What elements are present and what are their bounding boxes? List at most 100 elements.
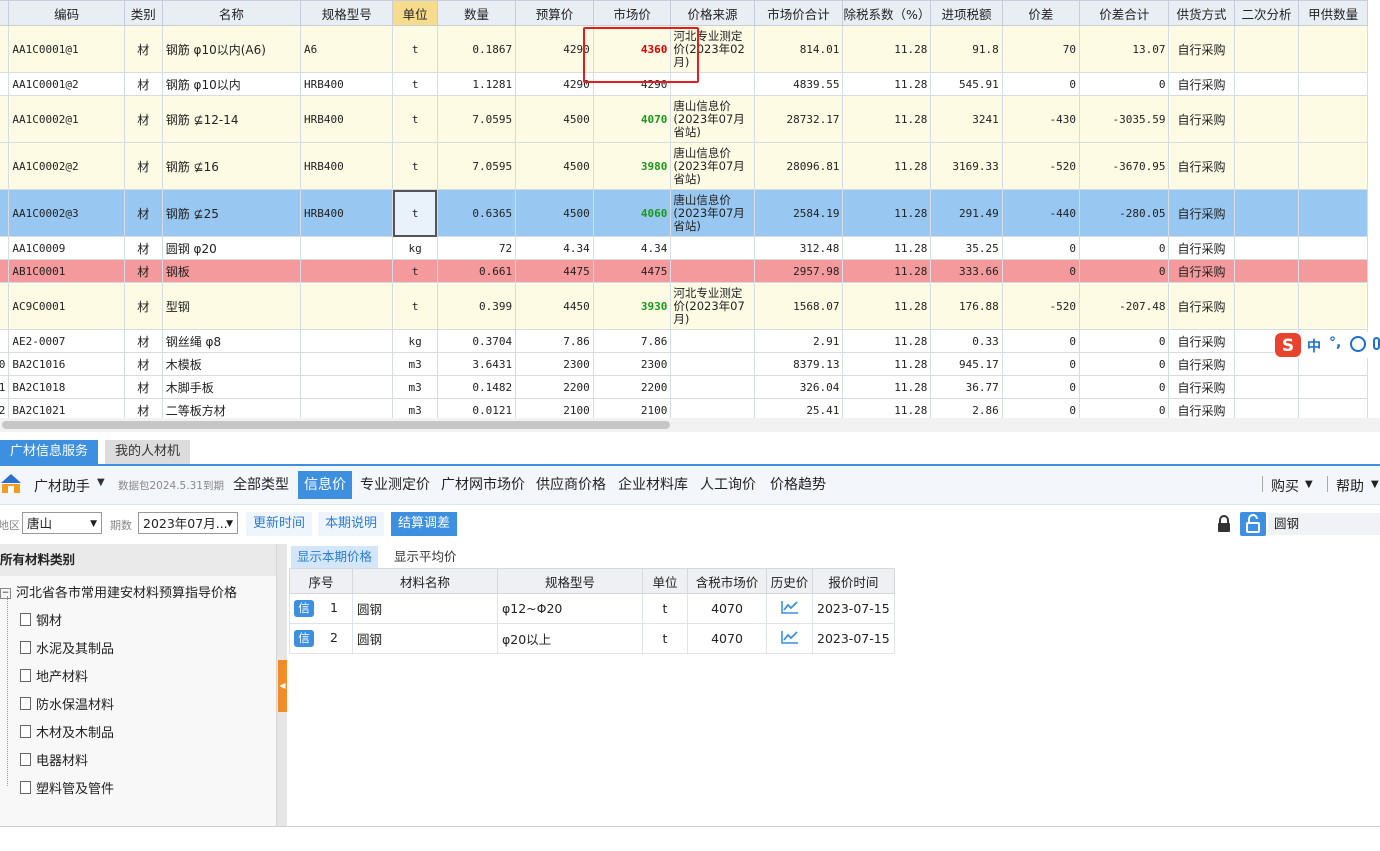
settlement-adjust-button[interactable]: 结算调差 xyxy=(391,512,458,536)
period-notes-button[interactable]: 本期说明 xyxy=(318,512,385,536)
cell-tax-coef[interactable]: 11.28 xyxy=(842,25,932,73)
cell-diff-total[interactable]: -280.05 xyxy=(1078,189,1170,237)
cell-type[interactable]: 材 xyxy=(123,375,163,399)
cell-diff-total[interactable]: 0 xyxy=(1078,236,1170,260)
cell-tax-coef[interactable]: 11.28 xyxy=(842,352,932,376)
cell-name[interactable]: 钢板 xyxy=(161,259,302,283)
cell-diff-total[interactable]: 0 xyxy=(1078,352,1170,376)
cell-spec[interactable]: HRB400 xyxy=(300,189,394,237)
cell-source[interactable]: 唐山信息价(2023年07月省站) xyxy=(670,95,755,143)
cell-party-a-qty[interactable] xyxy=(1298,259,1368,283)
cell-tax-coef[interactable]: 11.28 xyxy=(842,329,932,353)
cell-second[interactable] xyxy=(1233,142,1300,190)
cell-market[interactable]: 3980 xyxy=(592,142,672,190)
cell-total[interactable]: 326.04 xyxy=(753,375,844,399)
col-header-party-a-qty[interactable]: 甲供数量 xyxy=(1298,0,1368,26)
cell-diff-total[interactable]: 0 xyxy=(1078,398,1170,418)
cell-market[interactable]: 2300 xyxy=(592,352,672,376)
cell-name[interactable]: 木模板 xyxy=(161,352,302,376)
cell-qty[interactable]: 0.6365 xyxy=(436,189,517,237)
cell-spec[interactable] xyxy=(300,375,394,399)
tab-info-price[interactable]: 信息价 xyxy=(298,471,352,499)
cell-spec[interactable] xyxy=(300,282,394,330)
tab-my-materials[interactable]: 我的人材机 xyxy=(105,440,191,464)
cell-budget[interactable]: 2300 xyxy=(515,352,594,376)
tab-price-trend[interactable]: 价格趋势 xyxy=(766,471,830,499)
result-date[interactable]: 2023-07-15 xyxy=(812,593,895,624)
table-row[interactable]: AA1C0002@1 材钢筋 ⊈12-14 HRB400 t 7.0595 4500 407… xyxy=(0,95,1368,143)
result-unit[interactable]: t xyxy=(642,593,688,624)
ime-mode-label[interactable]: 中 xyxy=(1307,336,1321,356)
cell-type[interactable]: 材 xyxy=(123,189,163,237)
col-header-supply[interactable]: 供货方式 xyxy=(1168,0,1235,26)
grid-horizontal-scrollbar[interactable] xyxy=(0,418,1380,432)
ime-mic-icon[interactable] xyxy=(1373,337,1380,350)
cell-name[interactable]: 圆钢 φ20 xyxy=(161,236,302,260)
cell-type[interactable]: 材 xyxy=(123,142,163,190)
period-select[interactable]: 2023年07月... ▼ xyxy=(138,512,238,534)
result-price[interactable]: 4070 xyxy=(687,623,767,654)
cell-input-tax[interactable]: 0.33 xyxy=(930,329,1003,353)
brand-label[interactable]: 广材助手 xyxy=(34,476,90,496)
pane-splitter[interactable]: ◀ xyxy=(277,544,287,827)
cell-diff-total[interactable]: -3035.59 xyxy=(1078,95,1170,143)
cell-market[interactable]: 4360 xyxy=(592,25,672,73)
cell-qty[interactable]: 0.1482 xyxy=(436,375,517,399)
cell-diff-total[interactable]: -3670.95 xyxy=(1078,142,1170,190)
cell-party-a-qty[interactable] xyxy=(1298,95,1368,143)
cell-second[interactable] xyxy=(1233,282,1300,330)
cell-supply[interactable]: 自行采购 xyxy=(1168,259,1235,283)
cell-name[interactable]: 钢筋 φ10以内(A6) xyxy=(161,25,302,73)
cell-source[interactable] xyxy=(670,259,755,283)
cell-supply[interactable]: 自行采购 xyxy=(1168,95,1235,143)
cell-qty[interactable]: 0.1867 xyxy=(436,25,517,73)
col-header-total[interactable]: 市场价合计 xyxy=(753,0,844,26)
cell-unit[interactable]: t xyxy=(392,95,438,143)
tab-current-price[interactable]: 显示本期价格 xyxy=(291,546,379,568)
cell-input-tax[interactable]: 945.17 xyxy=(930,352,1003,376)
cell-market[interactable]: 3930 xyxy=(592,282,672,330)
cell-input-tax[interactable]: 36.77 xyxy=(930,375,1003,399)
cell-tax-coef[interactable]: 11.28 xyxy=(842,398,932,418)
tree-item[interactable]: 电器材料 xyxy=(20,750,88,769)
result-spec[interactable]: φ12~Φ20 xyxy=(497,593,643,624)
cell-diff[interactable]: 0 xyxy=(1001,398,1081,418)
table-row[interactable]: AA1C0001@2 材钢筋 φ10以内 HRB400 t 1.1281 4290 4290… xyxy=(0,72,1368,96)
cell-market[interactable]: 2200 xyxy=(592,375,672,399)
cell-code[interactable]: AA1C0002@2 xyxy=(8,142,125,190)
cell-code[interactable]: AA1C0009 xyxy=(8,236,125,260)
cell-total[interactable]: 4839.55 xyxy=(753,72,844,96)
cell-unit[interactable]: kg xyxy=(392,236,438,260)
cell-input-tax[interactable]: 176.88 xyxy=(930,282,1003,330)
cell-type[interactable]: 材 xyxy=(123,352,163,376)
col-header-diff[interactable]: 价差 xyxy=(1001,0,1081,26)
cell-qty[interactable]: 0.3704 xyxy=(436,329,517,353)
ime-emoji-icon[interactable] xyxy=(1350,336,1366,352)
cell-tax-coef[interactable]: 11.28 xyxy=(842,72,932,96)
cell-unit[interactable]: kg xyxy=(392,329,438,353)
cell-name[interactable]: 钢筋 ⊈16 xyxy=(161,142,302,190)
cell-source[interactable]: 河北专业测定价(2023年07月) xyxy=(670,282,755,330)
cell-qty[interactable]: 72 xyxy=(436,236,517,260)
cell-code[interactable]: AA1C0002@1 xyxy=(8,95,125,143)
ime-punct-label[interactable]: °, xyxy=(1329,335,1341,351)
help-chevron-down-icon[interactable]: ▼ xyxy=(1371,479,1379,490)
material-price-grid[interactable]: 编码 类别 名称 规格型号 单位 数量 预算价 市场价 价格来源 市场价合计 除… xyxy=(0,0,1380,418)
help-menu[interactable]: 帮助 xyxy=(1336,476,1364,496)
cell-supply[interactable]: 自行采购 xyxy=(1168,375,1235,399)
cell-second[interactable] xyxy=(1233,259,1300,283)
collapse-left-icon[interactable]: ◀ xyxy=(278,660,287,712)
result-history[interactable] xyxy=(766,593,813,624)
cell-type[interactable]: 材 xyxy=(123,95,163,143)
tree-item[interactable]: 木材及木制品 xyxy=(20,722,114,741)
cell-qty[interactable]: 7.0595 xyxy=(436,142,517,190)
cell-spec[interactable]: A6 xyxy=(300,25,394,73)
results-col-unit[interactable]: 单位 xyxy=(642,568,688,594)
cell-diff-total[interactable]: 0 xyxy=(1078,329,1170,353)
cell-market[interactable]: 4060 xyxy=(592,189,672,237)
cell-code[interactable]: BA2C1016 xyxy=(8,352,125,376)
result-history[interactable] xyxy=(766,623,813,654)
cell-party-a-qty[interactable] xyxy=(1298,72,1368,96)
cell-party-a-qty[interactable] xyxy=(1298,282,1368,330)
cell-type[interactable]: 材 xyxy=(123,329,163,353)
